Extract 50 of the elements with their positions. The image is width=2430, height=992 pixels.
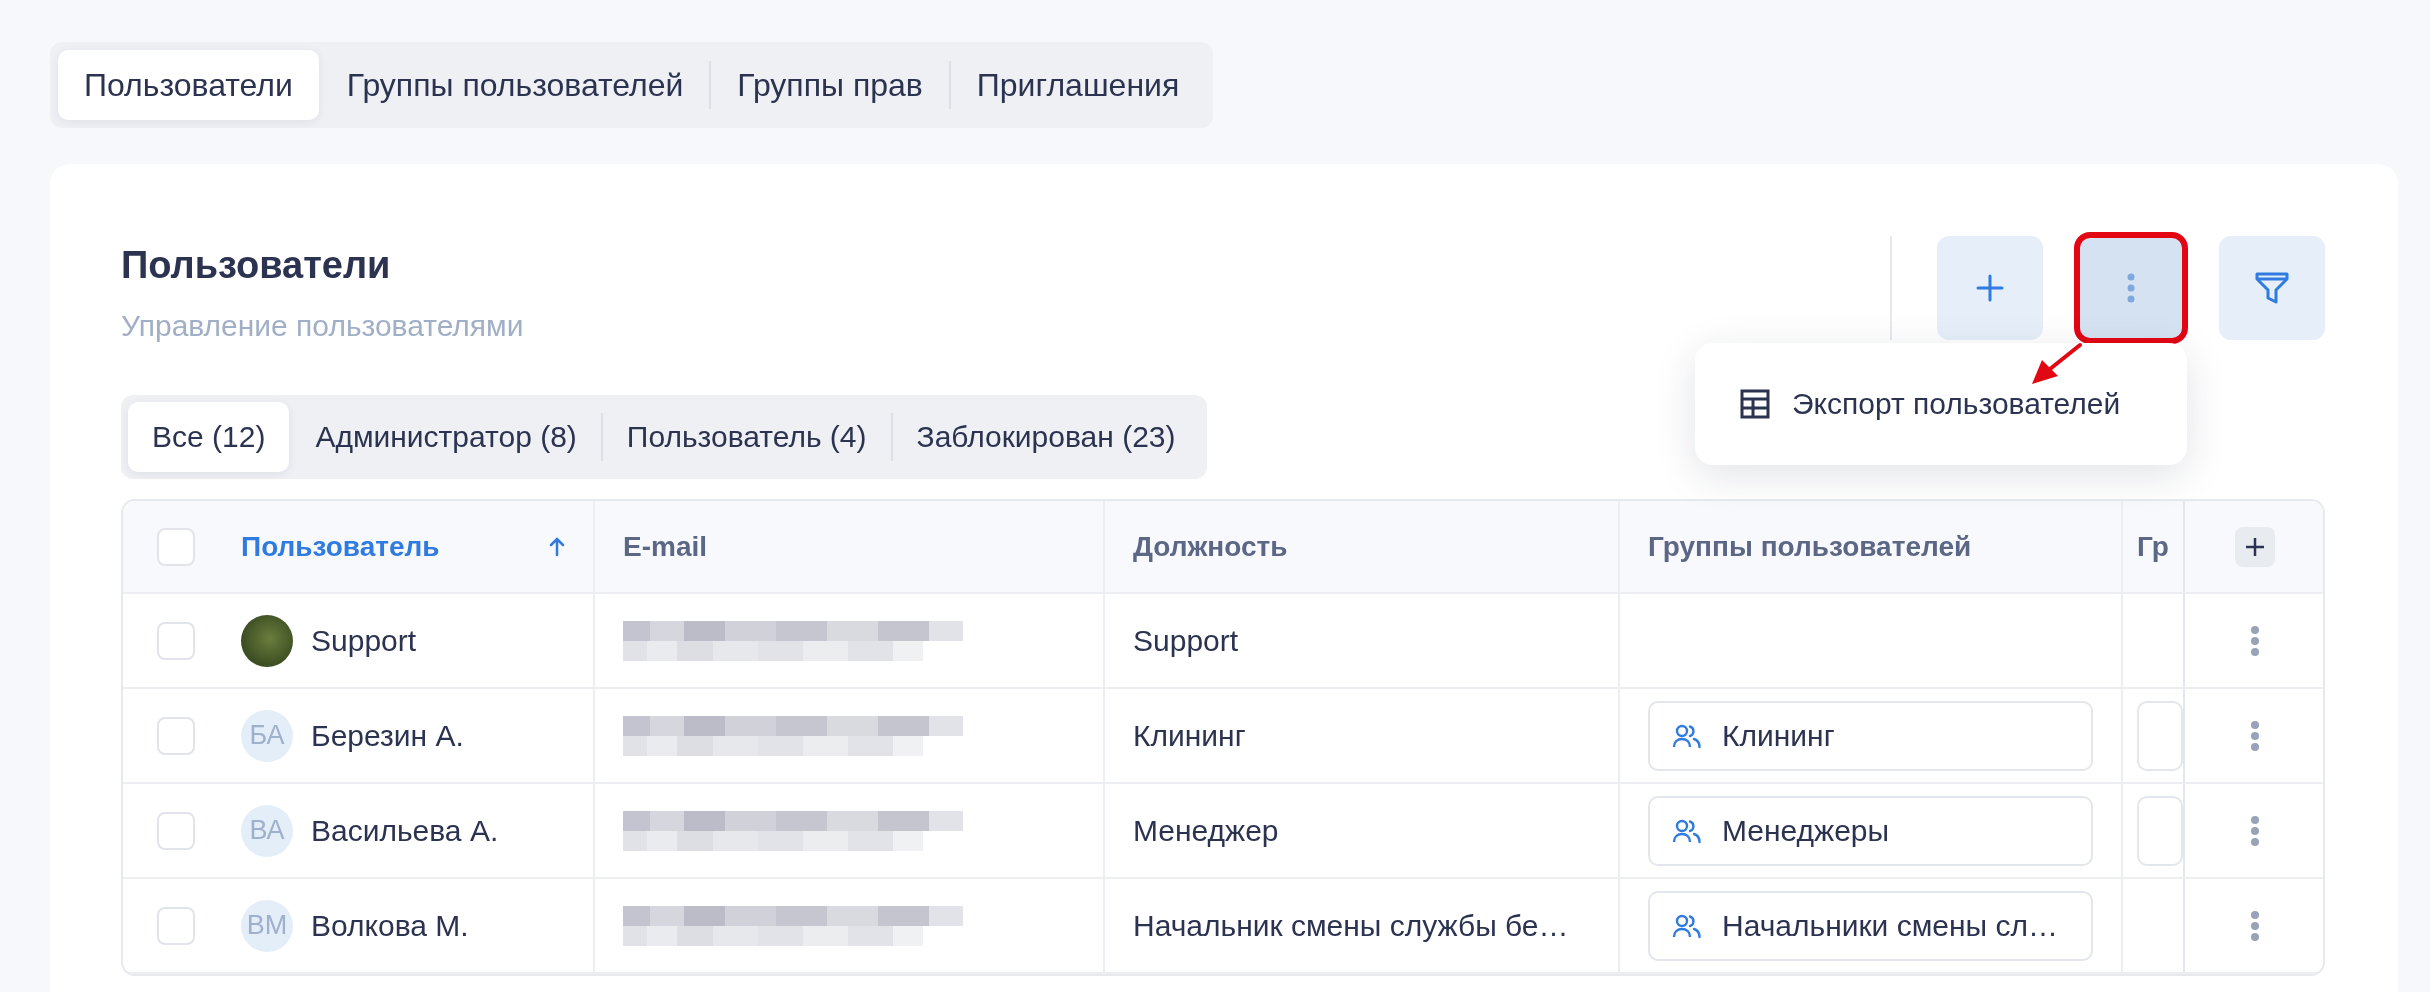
people-icon bbox=[1672, 817, 1702, 844]
group-chip: Менеджеры bbox=[1648, 795, 2093, 866]
more-icon bbox=[2250, 624, 2260, 657]
user-name: Васильева А. bbox=[311, 813, 499, 848]
page-title: Пользователи bbox=[121, 244, 392, 287]
more-icon bbox=[2250, 909, 2260, 942]
column-header[interactable]: Группы пользователей bbox=[1648, 530, 1972, 563]
more-icon bbox=[2250, 719, 2260, 752]
filter-tab[interactable]: Администратор (8) bbox=[291, 402, 601, 472]
add-column-button[interactable] bbox=[2235, 526, 2275, 567]
table-icon bbox=[1740, 389, 1770, 419]
plus-icon bbox=[1975, 273, 2005, 303]
people-icon bbox=[1672, 912, 1702, 939]
initials-avatar: ВМ bbox=[241, 899, 293, 952]
sort-up-icon bbox=[549, 536, 565, 557]
user-name: Support bbox=[311, 623, 417, 658]
nav-tab[interactable]: Приглашения bbox=[950, 50, 1206, 120]
row-checkbox[interactable] bbox=[157, 621, 195, 660]
initials-avatar: БА bbox=[241, 709, 293, 762]
column-header[interactable]: Гр bbox=[2137, 530, 2169, 563]
column-header[interactable]: Пользователь bbox=[241, 530, 440, 563]
group-chip: Начальники смены сл… bbox=[1648, 890, 2093, 961]
filter-tab[interactable]: Пользователь (4) bbox=[602, 402, 891, 472]
group-chip: Клининг bbox=[1648, 700, 2093, 771]
column-header[interactable]: E-mail bbox=[623, 530, 708, 563]
position-text: Менеджер bbox=[1133, 813, 1279, 848]
filter-tab[interactable]: Все (12) bbox=[128, 402, 290, 472]
export-menu-item[interactable]: Экспорт пользователей bbox=[1740, 387, 2187, 421]
row-checkbox[interactable] bbox=[157, 811, 195, 850]
nav-tab[interactable]: Группы прав bbox=[711, 50, 949, 120]
nav-tab[interactable]: Группы пользователей bbox=[320, 50, 710, 120]
position-text: Начальник смены службы бе… bbox=[1133, 908, 1569, 943]
plus-icon bbox=[2244, 535, 2266, 558]
filter-tab[interactable]: Заблокирован (23) bbox=[892, 402, 1200, 472]
user-name: Березин А. bbox=[311, 718, 464, 753]
select-all-checkbox[interactable] bbox=[157, 527, 195, 566]
row-checkbox[interactable] bbox=[157, 716, 195, 755]
user-name: Волкова М. bbox=[311, 908, 469, 943]
initials-avatar: ВА bbox=[241, 804, 293, 857]
more-icon bbox=[2250, 814, 2260, 847]
row-checkbox[interactable] bbox=[157, 906, 195, 945]
position-text: Клининг bbox=[1133, 718, 1246, 753]
avatar-photo-placeholder bbox=[241, 614, 293, 667]
position-text: Support bbox=[1133, 623, 1239, 658]
more-icon bbox=[2127, 273, 2135, 303]
page-subtitle: Управление пользователями bbox=[121, 309, 524, 343]
people-icon bbox=[1672, 722, 1702, 749]
column-header[interactable]: Должность bbox=[1133, 530, 1288, 563]
filter-button[interactable] bbox=[2219, 236, 2325, 340]
nav-tab[interactable]: Пользователи bbox=[58, 50, 319, 120]
